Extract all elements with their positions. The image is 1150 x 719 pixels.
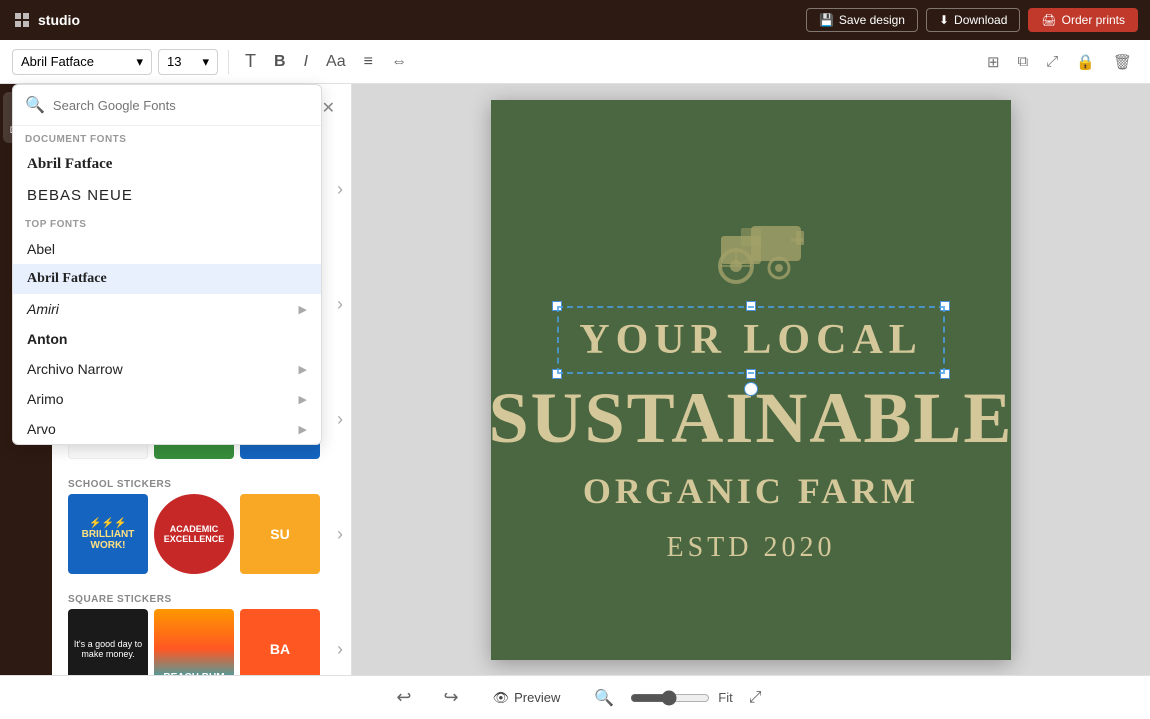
grid-button[interactable]: ⊞ (981, 49, 1006, 75)
sticker-brilliant[interactable]: ⚡⚡⚡BRILLIANTWORK! (68, 494, 148, 574)
sticker-academic[interactable]: ACADEMICEXCELLENCE (154, 494, 234, 574)
chevron-down-icon: ▾ (136, 54, 143, 70)
font-item-amiri[interactable]: Amiri ▶ (13, 294, 321, 324)
font-item-arimo[interactable]: Arimo ▶ (13, 384, 321, 414)
tractor-illustration (691, 196, 811, 286)
school-stickers-row: ⚡⚡⚡BRILLIANTWORK! ACADEMICEXCELLENCE SU … (52, 494, 351, 580)
topbar: studio 💾 Save design ⬇ Download 🖨 Order … (0, 0, 1150, 40)
chevron-down-icon: ▾ (202, 54, 209, 70)
font-list: Abel Abril Fatface Amiri ▶ Anton Archivo… (13, 234, 321, 444)
search-icon: 🔍 (25, 95, 45, 115)
preview-button[interactable]: 👁 Preview (483, 686, 571, 710)
eye-icon: 👁 (493, 690, 510, 706)
font-item-archivo-narrow[interactable]: Archivo Narrow ▶ (13, 354, 321, 384)
order-prints-button[interactable]: 🖨 Order prints (1028, 8, 1138, 32)
delete-button[interactable]: 🗑 (1107, 49, 1138, 75)
zoom-out-button[interactable]: 🔍 (586, 684, 622, 712)
italic-icon: I (304, 53, 308, 71)
sticker-square-3[interactable]: BA (240, 609, 320, 675)
app-logo: studio (12, 10, 80, 30)
estd-text[interactable]: ESTD 2020 (667, 532, 836, 564)
zoom-fit-label: Fit (718, 690, 732, 705)
font-dropdown: 🔍 DOCUMENT FONTS Abril Fatface BEBAS NEU… (12, 84, 322, 445)
square-stickers-label: SQUARE STICKERS (52, 588, 351, 609)
school-stickers-more[interactable]: › (326, 494, 352, 574)
lock-button[interactable]: 🔒 (1070, 49, 1101, 75)
canvas-area[interactable]: YOUR LOCAL SUSTAINABLE ORGANIC FARM ESTD… (352, 84, 1150, 675)
text-type-icon: T (245, 51, 256, 72)
zoom-controls: 🔍 Fit (586, 684, 732, 712)
zoom-slider[interactable] (630, 690, 710, 706)
organic-farm-text[interactable]: ORGANIC FARM (583, 470, 919, 512)
font-family-select[interactable]: Abril Fatface ▾ (12, 49, 152, 75)
order-icon: 🖨 (1041, 13, 1056, 27)
document-fonts-label: DOCUMENT FONTS (13, 126, 321, 149)
spacing-icon: ⇔ (391, 53, 407, 71)
copy-button[interactable]: ⧉ (1012, 49, 1035, 75)
spacing-button[interactable]: ⇔ (385, 49, 413, 75)
save-icon: 💾 (819, 13, 834, 27)
selected-text-container[interactable]: YOUR LOCAL (557, 306, 945, 374)
download-icon: ⬇ (939, 13, 949, 27)
font-item-abel[interactable]: Abel (13, 234, 321, 264)
font-item-abril-doc[interactable]: Abril Fatface (13, 149, 321, 180)
align-icon: ≡ (364, 53, 373, 71)
download-button[interactable]: ⬇ Download (926, 8, 1020, 32)
text-type-button[interactable]: T (239, 47, 262, 76)
square-stickers-row: It's a good day to make money. BEACH BUM… (52, 609, 351, 675)
align-button[interactable]: ≡ (358, 49, 379, 75)
arimo-chevron: ▶ (299, 393, 307, 406)
toolbar-divider-1 (228, 50, 229, 74)
your-local-text[interactable]: YOUR LOCAL (557, 306, 945, 374)
logo-stickers-more[interactable]: › (326, 264, 352, 344)
font-search-container: 🔍 (13, 85, 321, 126)
school-stickers-label: SCHOOL STICKERS (52, 473, 351, 494)
fullscreen-button[interactable]: ⤢ (749, 689, 762, 707)
toolbar: Abril Fatface ▾ 13 ▾ T B I Aa ≡ ⇔ ⊞ ⧉ ⤢ … (0, 40, 1150, 84)
case-button[interactable]: Aa (320, 49, 352, 75)
square-stickers-more[interactable]: › (326, 609, 352, 675)
font-item-bebas[interactable]: BEBAS NEUE (13, 180, 321, 211)
square-stickers-section: SQUARE STICKERS It's a good day to make … (52, 588, 351, 675)
font-item-arvo[interactable]: Arvo ▶ (13, 414, 321, 444)
sticker-school-3[interactable]: SU (240, 494, 320, 574)
undo-button[interactable]: ↩ (388, 683, 419, 712)
bold-icon: B (274, 53, 286, 71)
resize-button[interactable]: ⤢ (1040, 49, 1064, 75)
font-item-anton[interactable]: Anton (13, 324, 321, 354)
top-fonts-label: TOP FONTS (13, 211, 321, 234)
amiri-chevron: ▶ (299, 303, 307, 316)
rotate-handle[interactable] (744, 382, 758, 396)
designs-close-button[interactable]: ✕ (322, 98, 335, 118)
bold-button[interactable]: B (268, 49, 292, 75)
font-size-select[interactable]: 13 ▾ (158, 49, 218, 75)
arvo-chevron: ▶ (299, 423, 307, 436)
redo-button[interactable]: ↪ (436, 683, 467, 712)
font-search-input[interactable] (53, 98, 309, 113)
bumper-stickers-more[interactable]: › (326, 379, 352, 459)
sticker-beach-bum[interactable]: BEACH BUM (154, 609, 234, 675)
italic-button[interactable]: I (298, 49, 314, 75)
circle-stickers-more[interactable]: › (326, 149, 352, 229)
logo-icon (12, 10, 32, 30)
sticker-make-money[interactable]: It's a good day to make money. (68, 609, 148, 675)
archivo-chevron: ▶ (299, 363, 307, 376)
save-design-button[interactable]: 💾 Save design (806, 8, 918, 32)
canvas-card: YOUR LOCAL SUSTAINABLE ORGANIC FARM ESTD… (491, 100, 1011, 660)
toolbar-right: ⊞ ⧉ ⤢ 🔒 🗑 (981, 49, 1138, 75)
font-item-abril-top[interactable]: Abril Fatface (13, 264, 321, 294)
case-icon: Aa (326, 53, 346, 71)
bottom-bar: ↩ ↪ 👁 Preview 🔍 Fit ⤢ (0, 675, 1150, 719)
app-name: studio (38, 12, 80, 28)
school-stickers-section: SCHOOL STICKERS ⚡⚡⚡BRILLIANTWORK! ACADEM… (52, 473, 351, 580)
